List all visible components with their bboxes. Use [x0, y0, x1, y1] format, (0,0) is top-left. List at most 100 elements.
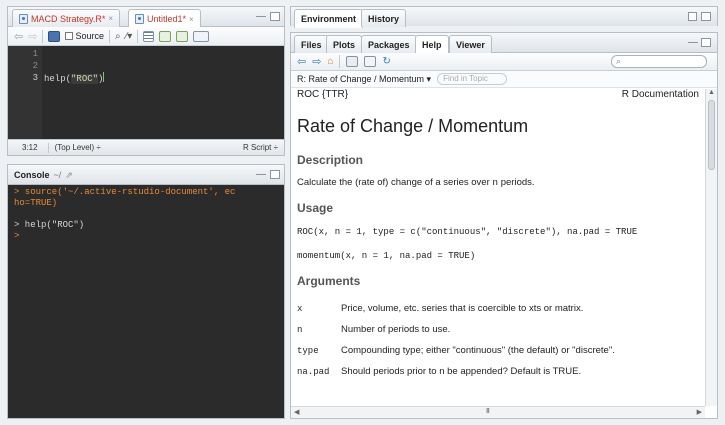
console-output[interactable]: > source('~/.active-rstudio-document', e… [8, 185, 284, 418]
console-path: ~/ [53, 170, 62, 180]
list-icon[interactable] [143, 30, 155, 42]
divider [137, 29, 139, 43]
text-cursor [103, 72, 105, 82]
tab-packages[interactable]: Packages [361, 35, 417, 53]
back-arrow-icon[interactable]: ⇦ [297, 55, 306, 68]
search-icon: ⌕ [616, 56, 622, 66]
argument-description: Number of periods to use. [341, 324, 451, 335]
argument-row: na.pad Should periods prior to n be appen… [297, 361, 699, 382]
argument-description: Should periods prior to n be appended? D… [341, 366, 582, 377]
topic-bar: R: Rate of Change / Momentum ▾ Find in T… [291, 71, 717, 88]
maximize-icon[interactable] [701, 12, 711, 21]
files-tabbar: Files Plots Packages Help Viewer [291, 33, 717, 54]
tab-label: Untitled1* [147, 14, 187, 24]
console-line: > help("ROC") [14, 220, 85, 230]
argument-name: n [297, 324, 303, 335]
help-document: ROC {TTR} R Documentation Rate of Change… [291, 89, 705, 406]
popout-icon[interactable] [364, 56, 377, 67]
scope-selector[interactable]: (Top Level) ÷ [55, 143, 101, 152]
description-part: periods. [498, 177, 535, 188]
save-icon[interactable] [48, 30, 61, 42]
source-toolbar: ⇦ ⇨ Source ⌕ ⁄▾ [8, 27, 284, 46]
run-icon[interactable] [159, 30, 172, 42]
scroll-up-icon[interactable]: ▲ [706, 89, 717, 96]
env-tabbar: Environment History [291, 7, 717, 28]
back-arrow-icon[interactable]: ⇦ [14, 30, 23, 43]
argument-description: Compounding type; either "continuous" (t… [341, 345, 615, 356]
restore-icon[interactable] [688, 12, 697, 21]
divider [339, 55, 341, 68]
minimize-icon[interactable] [256, 16, 266, 21]
line-gutter: 1 2 3 [8, 46, 42, 139]
tab-viewer[interactable]: Viewer [449, 35, 492, 53]
tab-files[interactable]: Files [294, 35, 329, 53]
minimize-icon[interactable] [688, 42, 698, 47]
tab-history[interactable]: History [361, 9, 407, 27]
maximize-icon[interactable] [270, 12, 280, 21]
scroll-right-icon[interactable]: ▶ [697, 408, 702, 416]
file-type-selector[interactable]: R Script ÷ [243, 143, 278, 152]
code-text: help("ROC") [44, 48, 105, 85]
navigate-icon[interactable]: ⇗ [65, 170, 73, 181]
rerun-icon[interactable] [176, 30, 189, 42]
line-number: 3 [32, 73, 38, 83]
console-title: Console [14, 170, 50, 180]
console-header: Console ~/ ⇗ [8, 165, 284, 185]
find-in-topic-input[interactable]: Find in Topic [437, 73, 508, 85]
cursor-position: 3:12 [22, 143, 38, 152]
argument-row: x Price, volume, etc. series that is coer… [297, 298, 699, 319]
argument-row: n Number of periods to use. [297, 319, 699, 340]
argument-name: x [297, 303, 303, 314]
source-status-bar: 3:12 (Top Level) ÷ R Script ÷ [8, 139, 284, 155]
doc-title: Rate of Change / Momentum [297, 116, 529, 136]
search-icon[interactable]: ⌕ [115, 31, 121, 42]
console-line: > source('~/.active-rstudio-document', e… [14, 187, 236, 197]
source-on-save-label: Source [75, 31, 104, 41]
print-icon[interactable] [346, 56, 359, 67]
refresh-icon[interactable]: ↻ [382, 56, 390, 67]
tab-environment[interactable]: Environment [294, 9, 364, 28]
description-part: Calculate the (rate of) change of a seri… [297, 177, 493, 188]
tab-label: Packages [368, 39, 410, 50]
r-file-icon [135, 14, 144, 24]
line-number: 2 [32, 61, 38, 71]
tab-macd-strategy[interactable]: MACD Strategy.R* × [12, 9, 121, 27]
scroll-thumb[interactable] [708, 100, 715, 170]
scroll-grip[interactable]: III [486, 408, 490, 415]
forward-arrow-icon[interactable]: ⇨ [312, 55, 321, 68]
doc-type-label: R Documentation [621, 89, 699, 100]
code-editor[interactable]: 1 2 3 help("ROC") [8, 46, 284, 139]
console-line: > [14, 231, 20, 241]
help-toolbar: ⇦ ⇨ ⌂ ↻ ⌕ [291, 53, 717, 71]
tab-plots[interactable]: Plots [326, 35, 363, 53]
argument-name: type [297, 345, 319, 356]
section-description-heading: Description [297, 153, 364, 167]
help-search-input[interactable]: ⌕ [611, 55, 707, 68]
help-vertical-scrollbar[interactable]: ▲ [705, 89, 717, 406]
code-string: "ROC" [71, 74, 99, 84]
source-on-save-checkbox[interactable]: Source [65, 31, 104, 41]
close-icon[interactable]: × [189, 15, 194, 24]
tab-help[interactable]: Help [415, 35, 449, 54]
home-icon[interactable]: ⌂ [327, 56, 333, 67]
maximize-icon[interactable] [701, 38, 711, 47]
usage-line: ROC(x, n = 1, type = c("continuous", "di… [297, 227, 638, 237]
divider [42, 29, 44, 43]
minimize-icon[interactable] [256, 174, 266, 179]
r-file-icon [19, 13, 28, 24]
description-text: Calculate the (rate of) change of a seri… [297, 177, 699, 188]
section-arguments-heading: Arguments [297, 274, 361, 288]
section-usage-heading: Usage [297, 201, 334, 215]
wand-icon[interactable]: ⁄▾ [126, 31, 133, 42]
close-icon[interactable]: × [108, 14, 113, 23]
topic-dropdown[interactable]: R: Rate of Change / Momentum ▾ [297, 74, 431, 85]
source-icon[interactable] [193, 30, 210, 42]
scroll-left-icon[interactable]: ◀ [294, 408, 299, 416]
maximize-icon[interactable] [270, 170, 280, 179]
help-horizontal-scrollbar[interactable]: ◀ III ▶ [291, 406, 705, 418]
tab-untitled1[interactable]: Untitled1* × [128, 9, 201, 28]
arguments-table: x Price, volume, etc. series that is coer… [297, 298, 699, 382]
console-title-area: Console ~/ ⇗ [14, 170, 73, 181]
argument-description: Price, volume, etc. series that is coerc… [341, 303, 584, 314]
forward-arrow-icon[interactable]: ⇨ [28, 30, 37, 43]
